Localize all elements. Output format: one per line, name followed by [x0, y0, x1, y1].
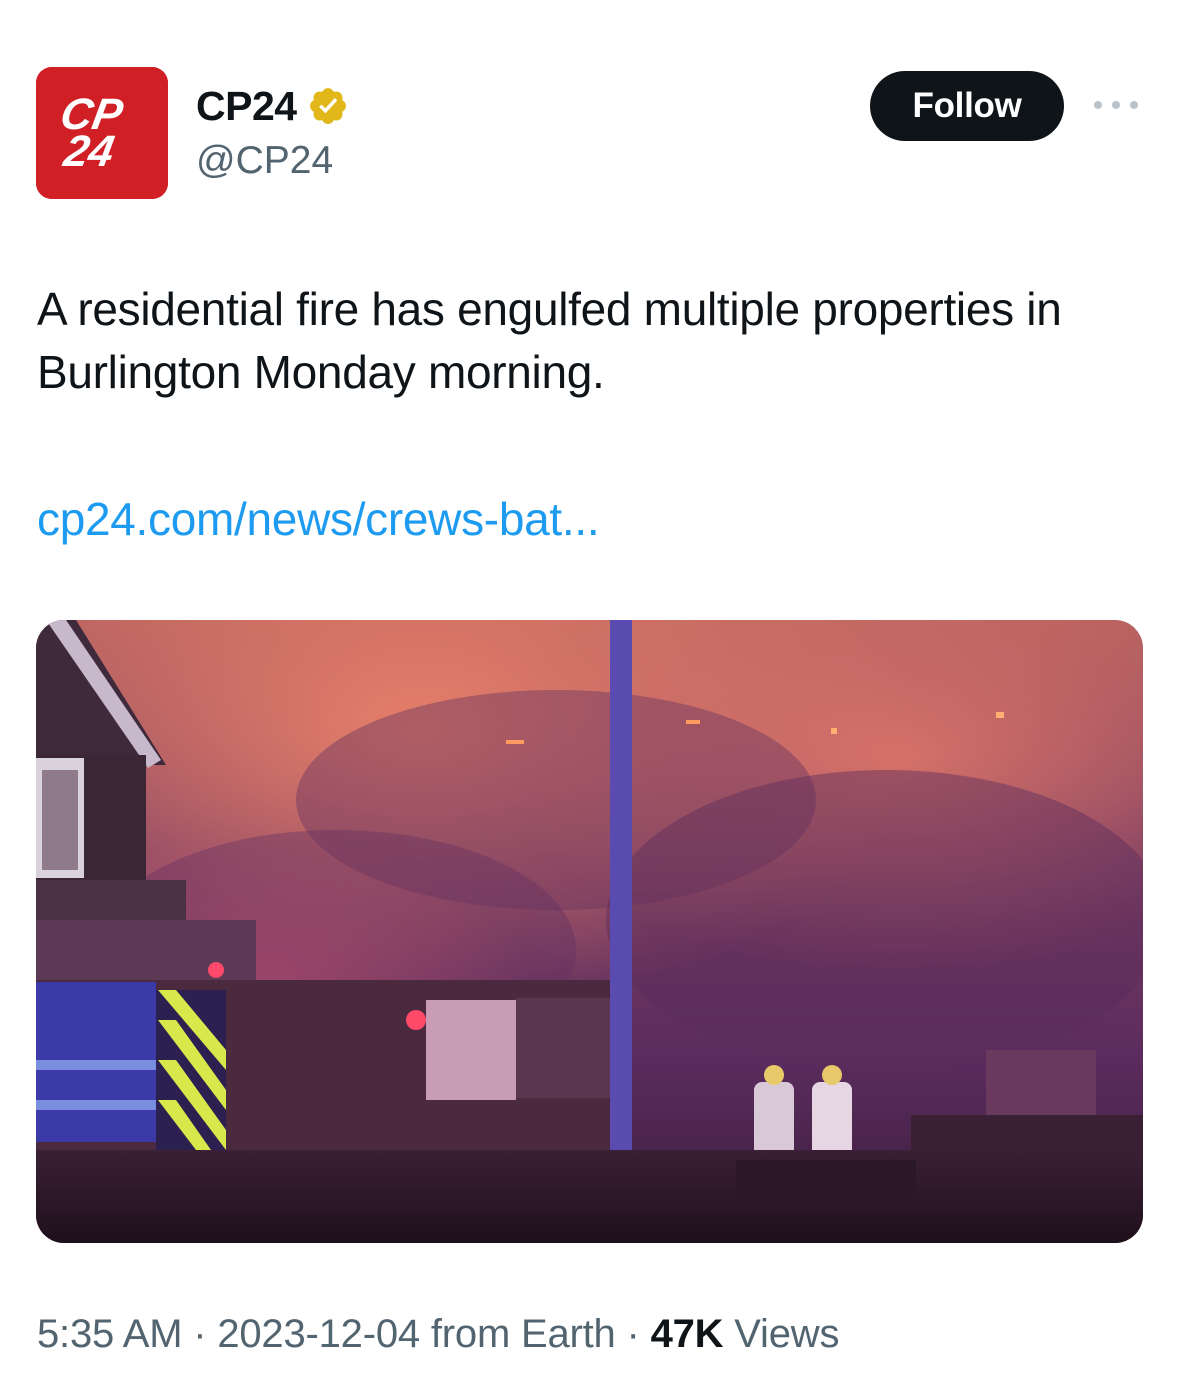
tweet-metadata: 5:35 AM · 2023-12-04 from Earth · 47K Vi…: [37, 1310, 839, 1358]
account-handle[interactable]: @CP24: [196, 138, 333, 184]
meta-separator: ·: [626, 1312, 640, 1356]
tweet-time[interactable]: 5:35 AM: [37, 1312, 183, 1356]
account-name-row[interactable]: CP24: [196, 82, 349, 130]
views-count[interactable]: 47K: [651, 1312, 724, 1356]
more-dot: [1112, 101, 1120, 109]
more-dot: [1130, 101, 1138, 109]
verified-badge-icon: [309, 88, 346, 124]
tweet-link[interactable]: cp24.com/news/crews-bat...: [37, 488, 600, 551]
views-label[interactable]: Views: [734, 1312, 839, 1356]
more-horizontal-icon[interactable]: [1094, 92, 1138, 118]
more-dot: [1094, 101, 1102, 109]
display-name[interactable]: CP24: [196, 82, 297, 130]
avatar[interactable]: CP 24: [36, 67, 168, 199]
tweet-media-photo[interactable]: [36, 620, 1143, 1243]
meta-separator: ·: [193, 1312, 207, 1356]
follow-button[interactable]: Follow: [870, 71, 1064, 141]
avatar-text-line2: 24: [59, 127, 117, 176]
tweet-source: from Earth: [430, 1312, 616, 1356]
fire-photo-image: [36, 620, 1143, 1243]
tweet-date[interactable]: 2023-12-04: [217, 1312, 420, 1356]
cp24-logo: CP 24: [36, 67, 168, 199]
tweet-text: A residential fire has engulfed multiple…: [37, 283, 1062, 398]
